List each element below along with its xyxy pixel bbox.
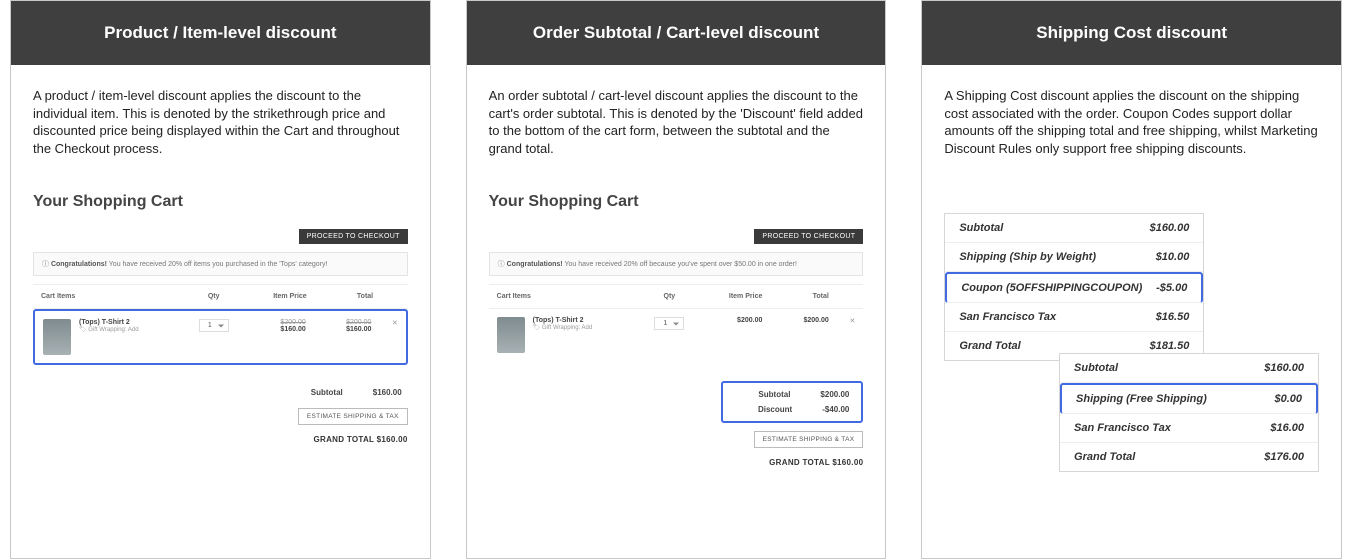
cart-columns: Cart Items Qty Item Price Total	[33, 284, 408, 309]
grand-total: GRAND TOTAL $160.00	[769, 458, 863, 467]
summary-row: San Francisco Tax $16.00	[1060, 414, 1318, 443]
item-name: (Tops) T-Shirt 2	[79, 319, 139, 326]
congrats-banner: ⓘ Congratulations! You have received 20%…	[33, 252, 408, 276]
estimate-button[interactable]: ESTIMATE SHIPPING & TAX	[754, 431, 864, 448]
item-tag: Gift Wrapping: Add	[88, 327, 138, 333]
product-thumb	[497, 317, 525, 353]
congrats-label: Congratulations!	[51, 261, 107, 268]
summary-value: $0.00	[1274, 393, 1302, 405]
summary-label: Shipping (Ship by Weight)	[959, 251, 1096, 263]
tag-icon: 🏷	[533, 325, 541, 331]
summary-row: Subtotal $160.00	[1060, 354, 1318, 383]
remove-icon[interactable]: ✕	[829, 317, 856, 325]
card-description: A product / item-level discount applies …	[33, 87, 408, 157]
tag-icon: 🏷	[79, 327, 87, 333]
totals-highlight: Subtotal $200.00 Discount -$40.00	[721, 381, 863, 423]
card-shipping-discount: Shipping Cost discount A Shipping Cost d…	[921, 0, 1342, 559]
qty-select[interactable]: 1	[654, 317, 684, 330]
congrats-label: Congratulations!	[507, 261, 563, 268]
item-price: $200.00	[737, 317, 762, 324]
card-description: An order subtotal / cart-level discount …	[489, 87, 864, 157]
item-total: $200.00	[803, 317, 828, 324]
congrats-text: You have received 20% off items you purc…	[109, 261, 328, 268]
summary-value: $160.00	[1150, 222, 1190, 234]
summary-box-coupon: Subtotal $160.00 Shipping (Ship by Weight)…	[944, 213, 1204, 361]
checkout-button[interactable]: PROCEED TO CHECKOUT	[754, 229, 863, 244]
subtotal-row: Subtotal $200.00	[729, 387, 855, 402]
remove-icon[interactable]: ✕	[371, 319, 397, 327]
card-title: Order Subtotal / Cart-level discount	[467, 1, 886, 65]
col-price: Item Price	[696, 293, 762, 300]
summary-row: Subtotal $160.00	[945, 214, 1203, 243]
info-icon: ⓘ	[42, 261, 51, 268]
summary-row: Coupon (5OFFSHIPPINGCOUPON) -$5.00	[945, 272, 1203, 303]
subtotal-row: Subtotal $160.00	[33, 385, 408, 400]
col-total: Total	[762, 293, 828, 300]
cart-title: Your Shopping Cart	[489, 193, 864, 211]
summary-label: Grand Total	[959, 340, 1020, 352]
summary-row: Grand Total $176.00	[1060, 443, 1318, 471]
summary-label: Coupon (5OFFSHIPPINGCOUPON)	[961, 282, 1142, 294]
col-price: Item Price	[240, 293, 306, 300]
card-cart-level: Order Subtotal / Cart-level discount An …	[466, 0, 887, 559]
summary-label: Subtotal	[1074, 362, 1118, 374]
summary-value: $16.50	[1156, 311, 1190, 323]
col-qty: Qty	[643, 293, 696, 300]
summary-label: San Francisco Tax	[1074, 422, 1171, 434]
qty-select[interactable]: 1	[199, 319, 229, 332]
summary-value: $10.00	[1156, 251, 1190, 263]
summary-row: Shipping (Free Shipping) $0.00	[1060, 383, 1318, 414]
grand-total: GRAND TOTAL $160.00	[313, 435, 407, 444]
summary-label: San Francisco Tax	[959, 311, 1056, 323]
item-total-strike: $200.00	[306, 319, 372, 326]
summary-area: Subtotal $160.00 Shipping (Ship by Weight)…	[944, 193, 1319, 493]
item-tag: Gift Wrapping: Add	[542, 325, 592, 331]
cart-row: (Tops) T-Shirt 2 🏷 Gift Wrapping: Add 1 …	[489, 309, 864, 361]
summary-label: Shipping (Free Shipping)	[1076, 393, 1207, 405]
summary-box-freeship: Subtotal $160.00 Shipping (Free Shipping) $…	[1059, 353, 1319, 472]
discount-row: Discount -$40.00	[729, 402, 855, 417]
col-items: Cart Items	[497, 293, 643, 300]
card-description: A Shipping Cost discount applies the dis…	[944, 87, 1319, 157]
cart-columns: Cart Items Qty Item Price Total	[489, 284, 864, 309]
info-icon: ⓘ	[498, 261, 507, 268]
col-qty: Qty	[187, 293, 240, 300]
summary-value: $160.00	[1264, 362, 1304, 374]
cart-row-highlight: (Tops) T-Shirt 2 🏷 Gift Wrapping: Add 1 …	[33, 309, 408, 365]
item-price: $160.00	[280, 326, 305, 333]
congrats-text: You have received 20% off because you've…	[564, 261, 797, 268]
summary-label: Subtotal	[959, 222, 1003, 234]
col-items: Cart Items	[41, 293, 187, 300]
congrats-banner: ⓘ Congratulations! You have received 20%…	[489, 252, 864, 276]
summary-row: San Francisco Tax $16.50	[945, 303, 1203, 332]
checkout-button[interactable]: PROCEED TO CHECKOUT	[299, 229, 408, 244]
item-name: (Tops) T-Shirt 2	[533, 317, 593, 324]
card-title: Shipping Cost discount	[922, 1, 1341, 65]
card-item-level: Product / Item-level discount A product …	[10, 0, 431, 559]
summary-value: $176.00	[1264, 451, 1304, 463]
item-price-strike: $200.00	[240, 319, 306, 326]
item-total: $160.00	[346, 326, 371, 333]
estimate-button[interactable]: ESTIMATE SHIPPING & TAX	[298, 408, 408, 425]
cart-mock: Your Shopping Cart PROCEED TO CHECKOUT ⓘ…	[33, 193, 408, 444]
summary-label: Grand Total	[1074, 451, 1135, 463]
summary-value: -$5.00	[1156, 282, 1187, 294]
card-title: Product / Item-level discount	[11, 1, 430, 65]
cart-mock: Your Shopping Cart PROCEED TO CHECKOUT ⓘ…	[489, 193, 864, 467]
col-total: Total	[307, 293, 373, 300]
summary-value: $16.00	[1270, 422, 1304, 434]
cart-title: Your Shopping Cart	[33, 193, 408, 211]
product-thumb	[43, 319, 71, 355]
summary-value: $181.50	[1150, 340, 1190, 352]
summary-row: Shipping (Ship by Weight) $10.00	[945, 243, 1203, 272]
